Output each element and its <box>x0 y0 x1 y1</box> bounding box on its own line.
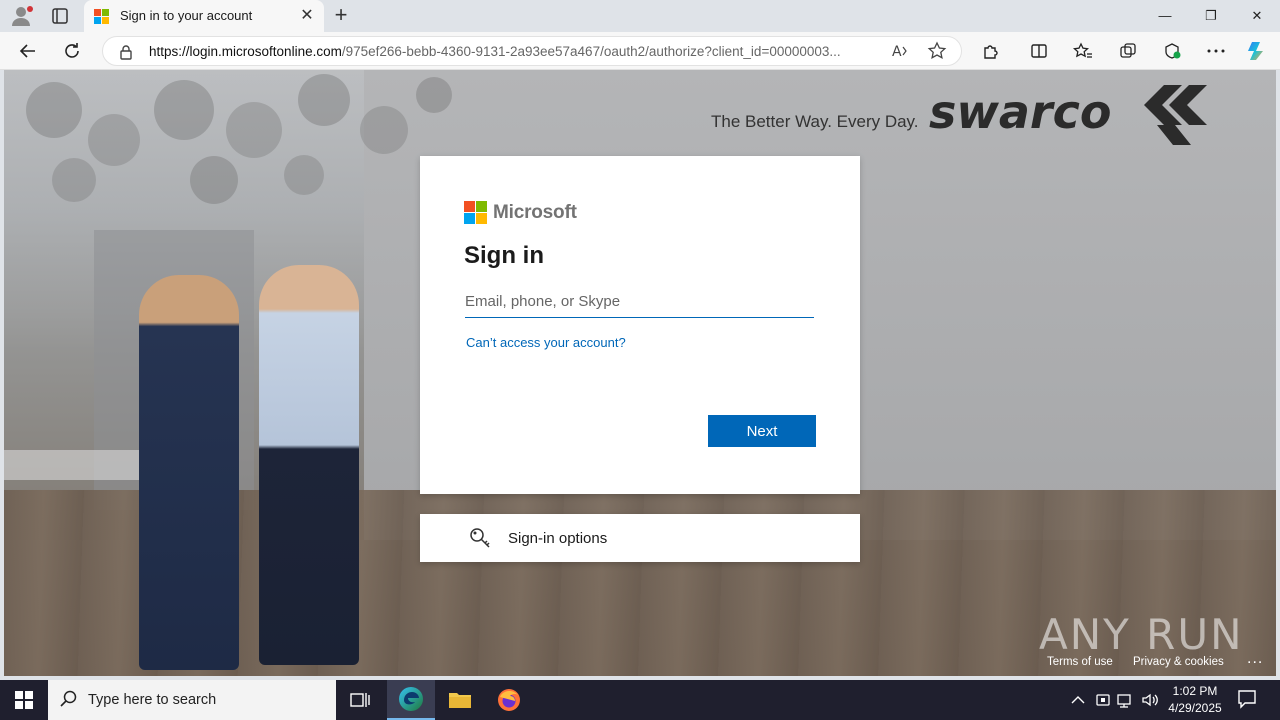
url-path: /975ef266-bebb-4360-9131-2a93ee57a467/oa… <box>341 44 841 59</box>
close-tab-icon[interactable]: ✕ <box>298 7 316 25</box>
network-icon[interactable] <box>1116 690 1136 710</box>
svg-text:swarco: swarco <box>929 85 1111 139</box>
terms-of-use-link[interactable]: Terms of use <box>1047 656 1113 668</box>
more-menu-icon[interactable] <box>1204 39 1228 63</box>
active-tab[interactable]: Sign in to your account ✕ <box>84 0 324 32</box>
anyrun-watermark: ANY RUN <box>1039 610 1244 659</box>
close-window-icon[interactable]: ✕ <box>1234 0 1280 32</box>
browser-tab-bar: Sign in to your account ✕ + — ❐ ✕ <box>0 0 1280 32</box>
show-hidden-icons-icon[interactable] <box>1068 690 1088 710</box>
background-woman-figure <box>139 275 239 670</box>
favorites-icon[interactable] <box>1071 39 1095 63</box>
security-tray-icon[interactable] <box>1093 690 1113 710</box>
microsoft-favicon-icon <box>94 9 109 24</box>
firefox-icon[interactable] <box>485 680 533 720</box>
sign-in-options-button[interactable]: Sign-in options <box>420 514 860 562</box>
page-title: Sign in <box>464 242 544 269</box>
windows-start-icon[interactable] <box>0 680 48 720</box>
footer-more-icon[interactable]: ... <box>1247 650 1263 668</box>
sign-in-card: Microsoft Sign in Can’t access your acco… <box>420 156 860 494</box>
notifications-icon[interactable] <box>1236 688 1258 715</box>
extensions-icon[interactable] <box>979 39 1003 63</box>
file-explorer-icon[interactable] <box>436 680 484 720</box>
copilot-icon[interactable] <box>1245 39 1269 63</box>
next-button[interactable]: Next <box>708 415 816 447</box>
privacy-cookies-link[interactable]: Privacy & cookies <box>1133 656 1224 668</box>
background-icons-pattern <box>26 74 452 204</box>
svg-text:A: A <box>892 44 902 60</box>
clock-time: 1:02 PM <box>1172 684 1218 698</box>
read-aloud-icon[interactable]: A <box>891 42 909 65</box>
email-field[interactable] <box>465 286 814 318</box>
refresh-icon[interactable] <box>60 39 84 63</box>
new-tab-icon[interactable]: + <box>330 4 352 27</box>
windows-taskbar: Type here to search 1:02 PM 4/29/2025 <box>0 680 1280 720</box>
sign-in-options-label: Sign-in options <box>508 530 608 547</box>
taskbar-search-placeholder: Type here to search <box>88 692 217 708</box>
minimize-icon[interactable]: — <box>1142 0 1188 32</box>
microsoft-logo-icon <box>464 201 487 224</box>
profile-icon[interactable] <box>10 5 34 27</box>
url-domain: https://login.microsoftonline.com <box>149 44 342 59</box>
brand-tagline: The Better Way. Every Day. <box>711 112 919 131</box>
tab-actions-icon[interactable] <box>50 6 70 26</box>
microsoft-logo: Microsoft <box>464 201 577 224</box>
address-bar[interactable]: https://login.microsoftonline.com/975ef2… <box>102 36 962 66</box>
clock-date: 4/29/2025 <box>1168 701 1222 715</box>
taskbar-clock[interactable]: 1:02 PM 4/29/2025 <box>1160 683 1230 717</box>
tab-title: Sign in to your account <box>120 8 253 23</box>
split-screen-icon[interactable] <box>1027 39 1051 63</box>
volume-icon[interactable] <box>1140 690 1160 710</box>
taskbar-search-box[interactable]: Type here to search <box>48 680 336 720</box>
url-text[interactable]: https://login.microsoftonline.com/975ef2… <box>149 44 889 59</box>
swarco-logo: swarco <box>929 85 1207 145</box>
browser-essentials-icon[interactable] <box>1160 39 1184 63</box>
cant-access-account-link[interactable]: Can’t access your account? <box>466 335 626 350</box>
collections-icon[interactable] <box>1116 39 1140 63</box>
browser-toolbar: https://login.microsoftonline.com/975ef2… <box>0 32 1280 70</box>
key-search-icon <box>468 526 494 557</box>
restore-icon[interactable]: ❐ <box>1188 0 1234 32</box>
microsoft-logo-text: Microsoft <box>493 201 577 223</box>
task-view-icon[interactable] <box>336 680 384 720</box>
back-icon[interactable] <box>16 39 40 63</box>
search-icon <box>60 690 78 713</box>
favorite-star-icon[interactable] <box>927 41 947 66</box>
background-man-figure <box>259 265 359 665</box>
edge-taskbar-icon[interactable] <box>387 680 435 720</box>
page-viewport: The Better Way. Every Day. swarco Micros… <box>4 70 1276 676</box>
lock-icon[interactable] <box>119 44 133 65</box>
